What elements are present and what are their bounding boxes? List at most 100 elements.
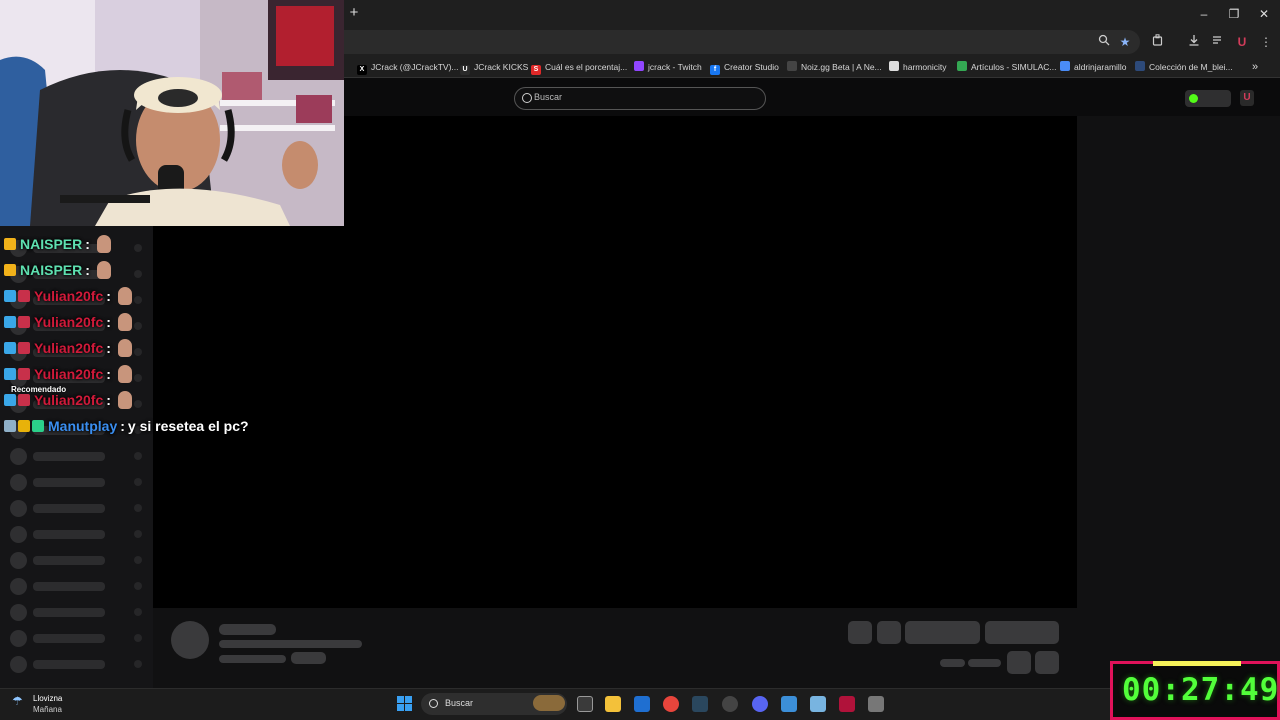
- live-dot-placeholder: [134, 556, 142, 564]
- stream-title-placeholder: [219, 640, 362, 648]
- close-window-button[interactable]: ✕: [1256, 6, 1272, 22]
- chat-badge-icon: [18, 394, 30, 406]
- action-button-placeholder[interactable]: [848, 621, 872, 644]
- chrome-icon[interactable]: [663, 696, 679, 712]
- chat-text: y si resetea el pc?: [127, 418, 249, 434]
- chat-username[interactable]: Yulian20fc: [34, 314, 103, 330]
- more-button-placeholder[interactable]: [1035, 651, 1059, 674]
- user-avatar[interactable]: U: [1240, 90, 1254, 106]
- page-icon: [889, 61, 899, 71]
- app-icon[interactable]: [868, 696, 884, 712]
- bookmark-item[interactable]: aldrinjaramillo: [1060, 60, 1126, 74]
- stream-info-area: [153, 608, 1077, 688]
- bookmark-item[interactable]: Colección de M_blei...: [1135, 60, 1233, 74]
- obs-icon[interactable]: [722, 696, 738, 712]
- outlook-icon[interactable]: [634, 696, 650, 712]
- follow-button-placeholder[interactable]: [905, 621, 980, 644]
- chat-separator: :: [106, 340, 111, 356]
- timer-accent-bar: [1153, 661, 1241, 666]
- minimize-button[interactable]: –: [1196, 6, 1212, 22]
- steam-icon[interactable]: [692, 696, 708, 712]
- sidebar-name-placeholder: [33, 530, 105, 539]
- adobe-icon[interactable]: [839, 696, 855, 712]
- sidebar-avatar-placeholder: [10, 578, 27, 595]
- chat-badge-icon: [4, 368, 16, 380]
- discord-icon[interactable]: [752, 696, 768, 712]
- sidebar-name-placeholder: [33, 556, 105, 565]
- search-placeholder: Buscar: [534, 92, 563, 102]
- file-explorer-icon[interactable]: [605, 696, 621, 712]
- sidebar-avatar-placeholder: [10, 656, 27, 673]
- live-dot-placeholder: [134, 270, 142, 278]
- search-icon: [522, 93, 532, 103]
- viewer-count-placeholder: [940, 659, 965, 667]
- chat-badge-icon: [4, 394, 16, 406]
- chat-badge-icon: [4, 420, 16, 432]
- start-button[interactable]: [397, 696, 412, 711]
- chat-username[interactable]: Manutplay: [48, 418, 117, 434]
- profile-avatar-icon[interactable]: U: [1234, 34, 1250, 50]
- bookmark-item[interactable]: jcrack - Twitch: [634, 60, 702, 74]
- bookmark-item[interactable]: U JCrack KICKS: [460, 60, 528, 75]
- chat-badge-icon: [4, 238, 16, 250]
- chat-message: NAISPER:: [4, 259, 111, 281]
- task-view-icon[interactable]: [577, 696, 593, 712]
- chat-username[interactable]: Yulian20fc: [34, 366, 103, 382]
- live-dot-placeholder: [134, 530, 142, 538]
- category-placeholder: [219, 655, 286, 663]
- sidebar-name-placeholder: [33, 634, 105, 643]
- bookmark-star-icon[interactable]: ★: [1117, 34, 1133, 50]
- photos-icon[interactable]: [781, 696, 797, 712]
- sidebar-name-placeholder: [33, 608, 105, 617]
- kick-logo-icon: [1189, 94, 1198, 103]
- new-tab-button[interactable]: +: [347, 5, 361, 20]
- downloads-icon[interactable]: [1186, 34, 1202, 50]
- bookmark-item[interactable]: harmonicity: [889, 60, 946, 74]
- media-controls-icon[interactable]: [1210, 34, 1226, 50]
- chat-message: NAISPER:: [4, 233, 111, 255]
- chat-badge-icon: [4, 342, 16, 354]
- bookmark-item[interactable]: Noiz.gg Beta | A Ne...: [787, 60, 882, 74]
- chat-username[interactable]: NAISPER: [20, 262, 82, 278]
- noiz-icon: [787, 61, 797, 71]
- capture-icon[interactable]: [810, 696, 826, 712]
- zoom-icon[interactable]: [1096, 34, 1112, 50]
- channel-avatar-placeholder: [171, 621, 209, 659]
- live-dot-placeholder: [134, 244, 142, 252]
- bookmark-item[interactable]: Artículos - SIMULAC...: [957, 60, 1057, 74]
- share-button-placeholder[interactable]: [1007, 651, 1031, 674]
- weather-day[interactable]: Mañana: [33, 705, 62, 714]
- live-dot-placeholder: [134, 582, 142, 590]
- chat-separator: :: [106, 314, 111, 330]
- live-dot-placeholder: [134, 322, 142, 330]
- chat-username[interactable]: NAISPER: [20, 236, 82, 252]
- live-dot-placeholder: [134, 634, 142, 642]
- x-icon: X: [357, 65, 367, 75]
- chat-username[interactable]: Yulian20fc: [34, 392, 103, 408]
- emote-icon: [117, 365, 132, 383]
- maximize-button[interactable]: ❐: [1226, 6, 1242, 22]
- calendar-icon: [1060, 61, 1070, 71]
- search-highlight-icon[interactable]: [533, 695, 565, 711]
- weather-condition[interactable]: Llovizna: [33, 694, 62, 703]
- weather-drizzle-icon[interactable]: ☂: [12, 694, 26, 708]
- more-bookmarks-button[interactable]: »: [1252, 60, 1258, 74]
- chat-badge-icon: [18, 342, 30, 354]
- live-dot-placeholder: [134, 660, 142, 668]
- bookmark-item[interactable]: f Creator Studio: [710, 60, 779, 75]
- chat-username[interactable]: Yulian20fc: [34, 288, 103, 304]
- sidebar-avatar-placeholder: [10, 604, 27, 621]
- subscribe-button-placeholder[interactable]: [985, 621, 1059, 644]
- bookmark-item[interactable]: X JCrack (@JCrackTV)...: [357, 60, 459, 75]
- chat-separator: :: [106, 392, 111, 408]
- sidebar-avatar-placeholder: [10, 630, 27, 647]
- chat-username[interactable]: Yulian20fc: [34, 340, 103, 356]
- action-button-placeholder[interactable]: [877, 621, 901, 644]
- extensions-icon[interactable]: [1150, 34, 1166, 50]
- emote-icon: [117, 391, 132, 409]
- bookmark-item[interactable]: S Cuál es el porcentaj...: [531, 60, 627, 75]
- live-dot-placeholder: [134, 504, 142, 512]
- live-dot-placeholder: [134, 400, 142, 408]
- s-icon: S: [531, 65, 541, 75]
- menu-kebab-icon[interactable]: ⋮: [1258, 34, 1274, 50]
